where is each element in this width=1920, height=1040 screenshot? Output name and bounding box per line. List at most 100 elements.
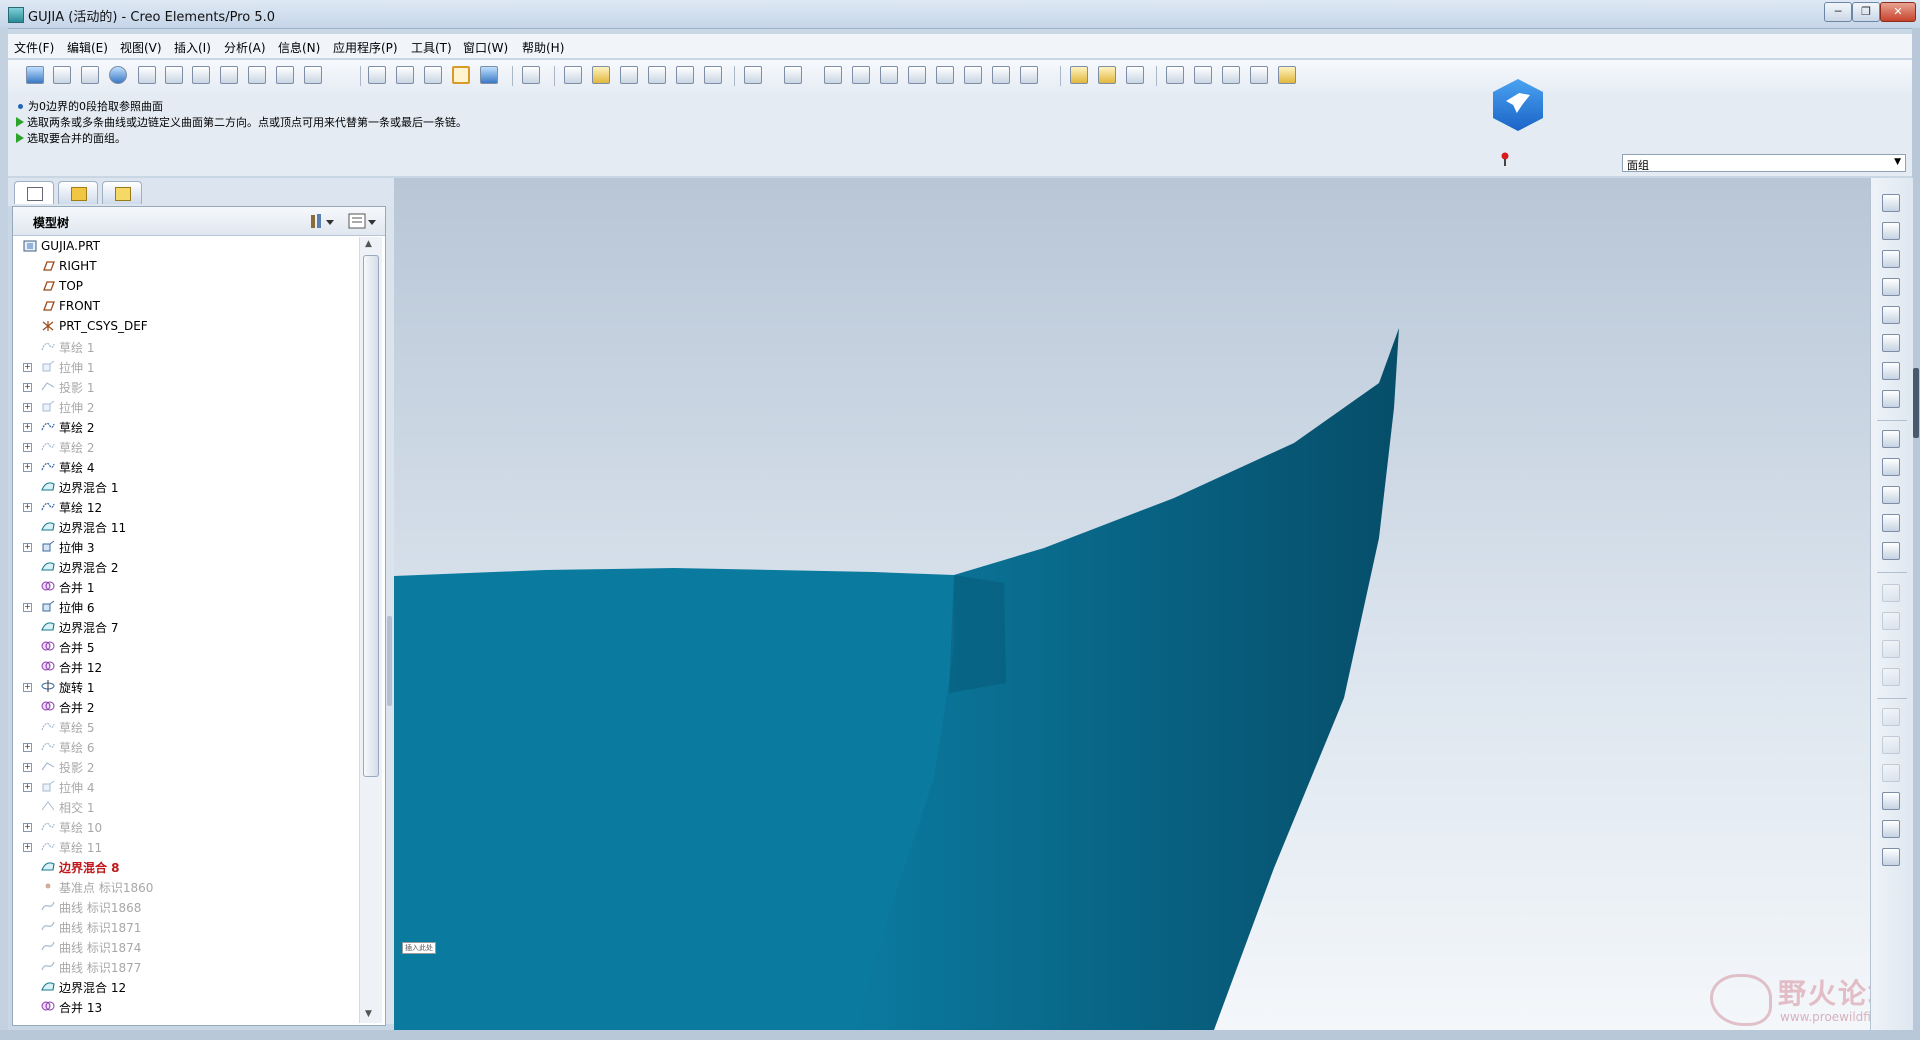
sketch-tool-feature-icon[interactable] — [1882, 390, 1900, 408]
menu-info[interactable]: 信息(N) — [278, 39, 320, 56]
point-display-icon[interactable] — [1222, 66, 1240, 84]
csys-display-icon[interactable] — [1250, 66, 1268, 84]
expand-icon[interactable]: + — [23, 403, 32, 412]
close-button[interactable]: ✕ — [1880, 2, 1916, 22]
saved-views-icon[interactable] — [248, 66, 266, 84]
minimize-button[interactable]: ─ — [1824, 2, 1852, 22]
scroll-down-icon[interactable]: ▼ — [365, 1009, 372, 1019]
find-icon[interactable] — [992, 66, 1010, 84]
datum-point-feature-icon[interactable] — [1882, 306, 1900, 324]
model-tree-scrollbar[interactable]: ▲ ▼ — [359, 237, 382, 1023]
tree-item[interactable]: + 投影 2 — [13, 757, 357, 777]
tree-item[interactable]: + 旋转 1 — [13, 677, 357, 697]
shading-sphere-icon[interactable] — [109, 66, 127, 84]
tree-item[interactable]: 边界混合 2 — [13, 557, 357, 577]
expand-icon[interactable]: + — [23, 503, 32, 512]
tree-item[interactable]: 边界混合 7 — [13, 617, 357, 637]
shell-tool-icon[interactable] — [1882, 736, 1900, 754]
menu-window[interactable]: 窗口(W) — [463, 39, 508, 56]
tree-item[interactable]: + 草绘 6 — [13, 737, 357, 757]
datum-axis-feature-icon[interactable] — [1882, 250, 1900, 268]
tree-item[interactable]: + 拉伸 2 — [13, 397, 357, 417]
tree-item[interactable]: + 投影 1 — [13, 377, 357, 397]
tree-item[interactable]: + 草绘 2 — [13, 417, 357, 437]
menu-applications[interactable]: 应用程序(P) — [333, 39, 398, 56]
trim-tool-icon[interactable] — [1882, 640, 1900, 658]
open-folder-icon[interactable] — [592, 66, 610, 84]
tab-model-tree[interactable] — [14, 181, 54, 204]
tree-item[interactable]: 曲线 标识1877 — [13, 957, 357, 977]
tree-item[interactable]: 边界混合 12 — [13, 977, 357, 997]
sketch-feature-icon[interactable] — [1882, 194, 1900, 212]
selection-filter-select[interactable]: 面组 ▼ — [1622, 154, 1906, 172]
send-link-icon[interactable] — [704, 66, 722, 84]
datum-axis-display-icon[interactable] — [53, 66, 71, 84]
no-hidden-icon[interactable] — [424, 66, 442, 84]
style-tool-icon[interactable] — [1882, 542, 1900, 560]
pattern-tool-icon[interactable] — [1882, 668, 1900, 686]
layers-icon[interactable] — [276, 66, 294, 84]
tree-item[interactable]: 合并 1 — [13, 577, 357, 597]
tree-item[interactable]: + 草绘 12 — [13, 497, 357, 517]
sketch-tool-icon[interactable] — [26, 66, 44, 84]
merge-tool-icon[interactable] — [1882, 612, 1900, 630]
paste-icon[interactable] — [880, 66, 898, 84]
tree-item[interactable]: RIGHT — [13, 257, 357, 277]
select-box-icon[interactable] — [1020, 66, 1038, 84]
menu-insert[interactable]: 插入(I) — [174, 39, 211, 56]
menu-file[interactable]: 文件(F) — [14, 39, 54, 56]
rib-tool-icon[interactable] — [1882, 764, 1900, 782]
analysis-feature-icon[interactable] — [1882, 362, 1900, 380]
expand-icon[interactable]: + — [23, 463, 32, 472]
context-help-icon[interactable] — [522, 66, 540, 84]
tree-item[interactable]: + 草绘 4 — [13, 457, 357, 477]
datum-curve-feature-icon[interactable] — [1882, 278, 1900, 296]
expand-icon[interactable]: + — [23, 423, 32, 432]
shading-icon[interactable] — [452, 66, 470, 84]
datum-plane-feature-icon[interactable] — [1882, 222, 1900, 240]
tab-favorites[interactable] — [102, 181, 142, 204]
expand-icon[interactable]: + — [23, 443, 32, 452]
tree-item[interactable]: + 拉伸 4 — [13, 777, 357, 797]
mirror-tool-icon[interactable] — [1882, 584, 1900, 602]
expand-icon[interactable]: + — [23, 823, 32, 832]
boundary-blend-tool-icon[interactable] — [1882, 514, 1900, 532]
expand-icon[interactable]: + — [23, 843, 32, 852]
edge-grip[interactable] — [1913, 368, 1919, 438]
expand-icon[interactable]: + — [23, 603, 32, 612]
tree-item[interactable]: 曲线 标识1868 — [13, 897, 357, 917]
surface-model[interactable] — [394, 178, 1870, 1030]
axis-display-icon[interactable] — [1194, 66, 1212, 84]
paste-special-icon[interactable] — [908, 66, 926, 84]
tree-item[interactable]: 曲线 标识1871 — [13, 917, 357, 937]
print-icon[interactable] — [648, 66, 666, 84]
tree-item[interactable]: 合并 5 — [13, 637, 357, 657]
tree-item[interactable]: 基准点 标识1860 — [13, 877, 357, 897]
draft-tool-icon[interactable] — [1882, 792, 1900, 810]
tree-item[interactable]: 边界混合 1 — [13, 477, 357, 497]
send-mail-icon[interactable] — [676, 66, 694, 84]
sweep-tool-icon[interactable] — [1882, 486, 1900, 504]
annotation-display-icon[interactable] — [1278, 66, 1296, 84]
menu-tools[interactable]: 工具(T) — [411, 39, 452, 56]
datum-plane-toggle-icon[interactable] — [1070, 66, 1088, 84]
csys-feature-icon[interactable] — [1882, 334, 1900, 352]
expand-icon[interactable]: + — [23, 763, 32, 772]
expand-icon[interactable]: + — [23, 683, 32, 692]
hole-tool-icon[interactable] — [1882, 708, 1900, 726]
tree-item[interactable]: FRONT — [13, 297, 357, 317]
revolve-tool-icon[interactable] — [1882, 458, 1900, 476]
tree-item[interactable]: 合并 2 — [13, 697, 357, 717]
graphics-window[interactable]: 插入此处 野火论坛 www.proewildfire.cn — [394, 178, 1870, 1030]
menu-analysis[interactable]: 分析(A) — [224, 39, 266, 56]
tree-item[interactable]: 边界混合 11 — [13, 517, 357, 537]
zoom-in-icon[interactable] — [138, 66, 156, 84]
save-icon[interactable] — [620, 66, 638, 84]
undo-icon[interactable] — [744, 66, 762, 84]
view-manager-icon[interactable] — [304, 66, 322, 84]
tree-root-item[interactable]: GUJIA.PRT — [13, 237, 357, 257]
regenerate-icon[interactable] — [936, 66, 954, 84]
tree-settings-icon[interactable] — [309, 212, 335, 230]
cut-icon[interactable] — [824, 66, 842, 84]
menu-help[interactable]: 帮助(H) — [522, 39, 564, 56]
